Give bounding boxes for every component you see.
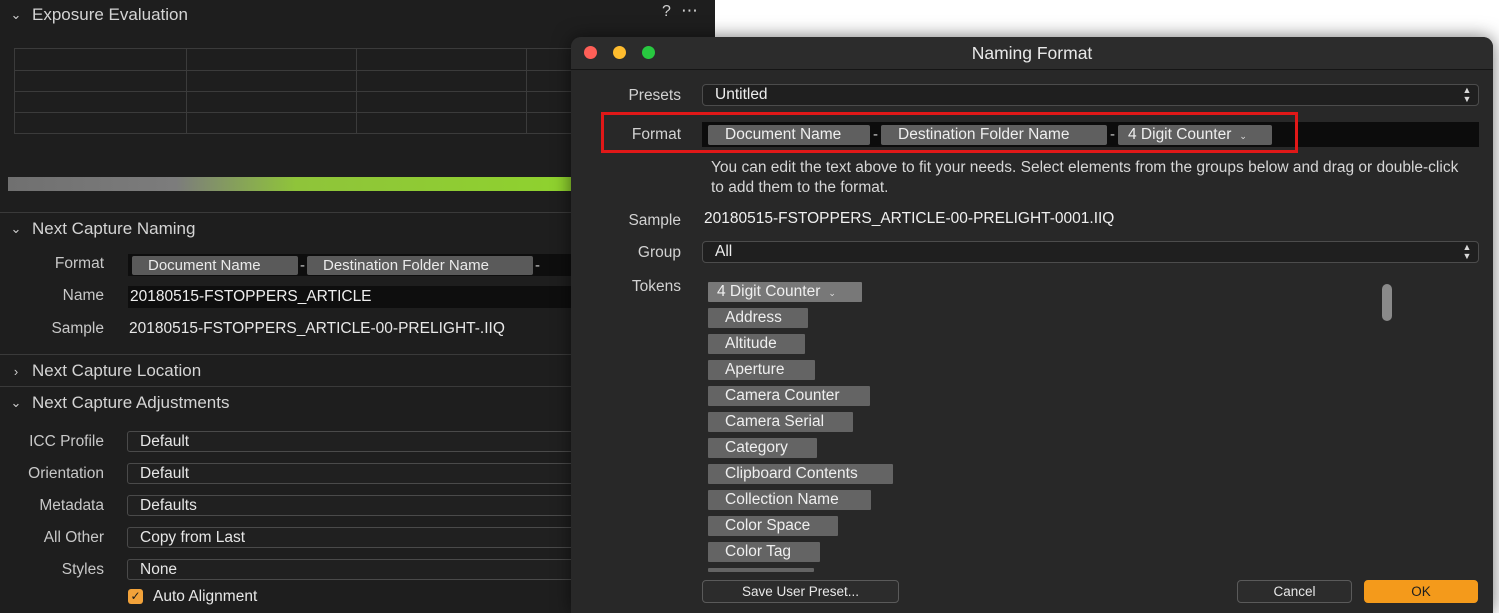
token-item-address[interactable]: Address xyxy=(708,308,808,328)
group-value: All xyxy=(715,243,733,260)
up-down-arrows-icon: ▲ ▼ xyxy=(1462,85,1472,104)
auto-alignment-label: Auto Alignment xyxy=(153,588,258,605)
save-user-preset-button[interactable]: Save User Preset... xyxy=(702,580,899,603)
ok-button[interactable]: OK xyxy=(1364,580,1478,603)
naming-format-field[interactable]: Document Name - Destination Folder Name … xyxy=(128,254,578,276)
token-item-category[interactable]: Category xyxy=(708,438,817,458)
cancel-button[interactable]: Cancel xyxy=(1237,580,1352,603)
metadata-label: Metadata xyxy=(39,497,104,514)
naming-format-label: Format xyxy=(54,255,104,272)
tokens-scrollbar-thumb[interactable] xyxy=(1382,284,1392,321)
exposure-grid xyxy=(14,48,614,134)
tokens-label: Tokens xyxy=(631,278,681,295)
sample-label: Sample xyxy=(628,212,681,229)
icc-profile-label: ICC Profile xyxy=(29,433,104,450)
exposure-histogram-bar xyxy=(8,177,608,191)
highlight-box xyxy=(601,112,1298,153)
more-options-icon[interactable]: ⋯ xyxy=(681,1,698,21)
chevron-down-icon: ⌄ xyxy=(10,7,22,22)
token-document-name[interactable]: Document Name xyxy=(132,255,298,275)
styles-select[interactable]: None xyxy=(127,559,577,580)
metadata-select[interactable]: Defaults xyxy=(127,495,577,516)
exposure-evaluation-title: Exposure Evaluation xyxy=(32,5,188,24)
token-item-aperture[interactable]: Aperture xyxy=(708,360,815,380)
icc-profile-select[interactable]: Default xyxy=(127,431,577,452)
next-capture-location-title: Next Capture Location xyxy=(32,361,202,380)
naming-name-field[interactable]: 20180515-FSTOPPERS_ARTICLE xyxy=(128,286,578,308)
all-other-select[interactable]: Copy from Last xyxy=(127,527,577,548)
auto-alignment-checkbox[interactable]: ✓ xyxy=(128,589,143,604)
dialog-title: Naming Format xyxy=(971,43,1093,63)
chevron-right-icon: › xyxy=(13,363,19,379)
token-separator: - xyxy=(300,256,305,274)
sample-value: 20180515-FSTOPPERS_ARTICLE-00-PRELIGHT-0… xyxy=(704,210,1115,227)
styles-label: Styles xyxy=(61,561,104,578)
all-other-label: All Other xyxy=(43,529,104,546)
token-separator: - xyxy=(535,256,540,274)
token-item-partial xyxy=(708,568,814,572)
orientation-label: Orientation xyxy=(28,465,104,482)
group-select[interactable]: All ▲ ▼ xyxy=(702,241,1479,263)
help-icon[interactable]: ? xyxy=(662,3,671,21)
token-item-collection-name[interactable]: Collection Name xyxy=(708,490,871,510)
chevron-down-icon: ⌄ xyxy=(10,395,22,410)
token-item-color-tag[interactable]: Color Tag xyxy=(708,542,820,562)
naming-sample-label: Sample xyxy=(51,320,104,337)
format-help-text: You can edit the text above to fit your … xyxy=(711,159,1459,196)
orientation-select[interactable]: Default xyxy=(127,463,577,484)
naming-name-value: 20180515-FSTOPPERS_ARTICLE xyxy=(130,288,372,305)
dialog-titlebar[interactable]: Naming Format xyxy=(571,37,1493,70)
next-capture-naming-title: Next Capture Naming xyxy=(32,219,196,238)
chevron-down-icon: ⌄ xyxy=(828,288,836,298)
next-capture-adjustments-title: Next Capture Adjustments xyxy=(32,393,230,412)
token-item-4-digit-counter[interactable]: 4 Digit Counter ⌄ xyxy=(708,282,862,302)
token-item-camera-serial[interactable]: Camera Serial xyxy=(708,412,853,432)
group-label: Group xyxy=(637,244,681,261)
up-down-arrows-icon: ▲ ▼ xyxy=(1462,242,1472,261)
token-item-clipboard-contents[interactable]: Clipboard Contents xyxy=(708,464,893,484)
presets-label: Presets xyxy=(628,87,681,104)
token-item-label: 4 Digit Counter xyxy=(717,283,821,300)
presets-select[interactable]: Untitled ▲ ▼ xyxy=(702,84,1479,106)
exposure-evaluation-header[interactable]: ⌄ Exposure Evaluation ? ⋯ xyxy=(0,0,715,30)
token-item-color-space[interactable]: Color Space xyxy=(708,516,838,536)
chevron-down-icon: ⌄ xyxy=(10,221,22,236)
naming-sample-value: 20180515-FSTOPPERS_ARTICLE-00-PRELIGHT-.… xyxy=(129,320,505,337)
token-destination-folder-name[interactable]: Destination Folder Name xyxy=(307,255,533,275)
naming-format-dialog: Naming Format Presets Untitled ▲ ▼ Format… xyxy=(571,37,1493,613)
presets-value: Untitled xyxy=(715,86,768,103)
token-item-altitude[interactable]: Altitude xyxy=(708,334,805,354)
naming-name-label: Name xyxy=(62,287,104,304)
token-item-camera-counter[interactable]: Camera Counter xyxy=(708,386,870,406)
